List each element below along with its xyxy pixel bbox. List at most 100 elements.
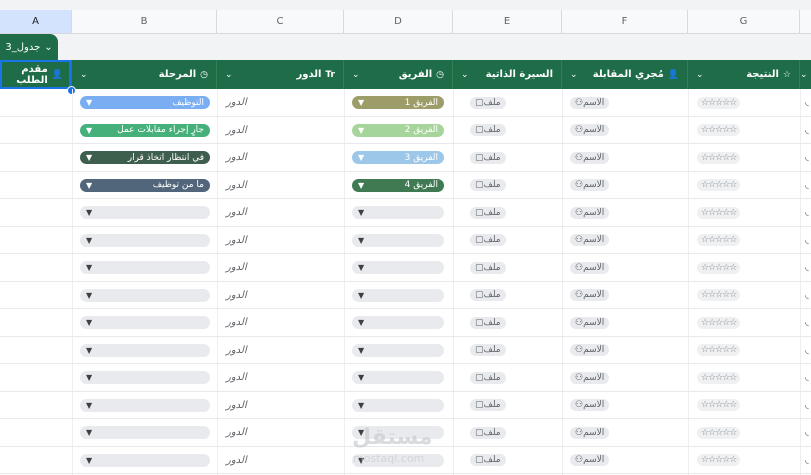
rating-stars[interactable]: ☆☆☆☆☆ xyxy=(697,454,741,467)
interviewer-chip[interactable]: الاسم ⚇ xyxy=(570,206,610,219)
role-cell[interactable]: الدور xyxy=(226,290,247,301)
chevron-down-icon[interactable]: ⌄ xyxy=(225,70,233,80)
dropdown-arrow-icon[interactable]: ▼ xyxy=(86,263,92,272)
column-header-g[interactable]: G xyxy=(688,10,800,34)
resume-chip[interactable]: ملف ▢ xyxy=(470,151,506,164)
rating-stars[interactable]: ☆☆☆☆☆ xyxy=(697,151,741,164)
column-header-b[interactable]: B xyxy=(72,10,217,34)
resume-chip[interactable]: ملف ▢ xyxy=(470,371,506,384)
rating-stars[interactable]: ☆☆☆☆☆ xyxy=(697,179,741,192)
role-cell[interactable]: الدور xyxy=(226,97,247,108)
resume-chip[interactable]: ملف ▢ xyxy=(470,454,506,467)
chevron-down-icon[interactable]: ⌄ xyxy=(44,42,52,53)
team-select[interactable]: الفريق 2 ▼ xyxy=(352,123,444,137)
team-select[interactable]: الفريق 4 ▼ xyxy=(352,178,444,192)
resume-chip[interactable]: ملف ▢ xyxy=(470,344,506,357)
interviewer-chip[interactable]: الاسم ⚇ xyxy=(570,399,610,412)
role-cell[interactable]: الدور xyxy=(226,400,247,411)
rating-stars[interactable]: ☆☆☆☆☆ xyxy=(697,399,741,412)
column-header-c[interactable]: C xyxy=(217,10,344,34)
dropdown-arrow-icon[interactable]: ▼ xyxy=(358,181,364,190)
role-cell[interactable]: الدور xyxy=(226,317,247,328)
role-cell[interactable]: الدور xyxy=(226,152,247,163)
stage-select[interactable]: ▼ xyxy=(80,371,210,385)
interviewer-chip[interactable]: الاسم ⚇ xyxy=(570,344,610,357)
dropdown-arrow-icon[interactable]: ▼ xyxy=(86,456,92,465)
role-cell[interactable]: الدور xyxy=(226,180,247,191)
role-cell[interactable]: الدور xyxy=(226,427,247,438)
dropdown-arrow-icon[interactable]: ▼ xyxy=(86,236,92,245)
resume-chip[interactable]: ملف ▢ xyxy=(470,124,506,137)
column-header-d[interactable]: D xyxy=(344,10,453,34)
rating-stars[interactable]: ☆☆☆☆☆ xyxy=(697,316,741,329)
rating-stars[interactable]: ☆☆☆☆☆ xyxy=(697,96,741,109)
interviewer-chip[interactable]: الاسم ⚇ xyxy=(570,96,610,109)
column-header-a[interactable]: A xyxy=(0,10,72,34)
interviewer-chip[interactable]: الاسم ⚇ xyxy=(570,371,610,384)
team-select[interactable]: ▼ xyxy=(352,261,444,275)
resume-chip[interactable]: ملف ▢ xyxy=(470,179,506,192)
dropdown-arrow-icon[interactable]: ▼ xyxy=(358,263,364,272)
dropdown-arrow-icon[interactable]: ▼ xyxy=(86,126,92,135)
interviewer-chip[interactable]: الاسم ⚇ xyxy=(570,261,610,274)
dropdown-arrow-icon[interactable]: ▼ xyxy=(358,291,364,300)
team-select[interactable]: ▼ xyxy=(352,371,444,385)
team-select[interactable]: ▼ xyxy=(352,206,444,220)
chevron-down-icon[interactable]: ⌄ xyxy=(352,70,360,80)
team-select[interactable]: ▼ xyxy=(352,343,444,357)
dropdown-arrow-icon[interactable]: ▼ xyxy=(358,98,364,107)
team-select[interactable]: ▼ xyxy=(352,316,444,330)
resume-chip[interactable]: ملف ▢ xyxy=(470,289,506,302)
rating-stars[interactable]: ☆☆☆☆☆ xyxy=(697,261,741,274)
stage-select[interactable]: ▼ xyxy=(80,453,210,467)
team-select[interactable]: ▼ xyxy=(352,233,444,247)
chevron-down-icon[interactable]: ⌄ xyxy=(696,70,704,80)
dropdown-arrow-icon[interactable]: ▼ xyxy=(86,181,92,190)
role-cell[interactable]: الدور xyxy=(226,345,247,356)
header-team[interactable]: ⌄ ◷ الفريق xyxy=(344,60,453,89)
dropdown-arrow-icon[interactable]: ▼ xyxy=(358,346,364,355)
dropdown-arrow-icon[interactable]: ▼ xyxy=(358,153,364,162)
role-cell[interactable]: الدور xyxy=(226,262,247,273)
resume-chip[interactable]: ملف ▢ xyxy=(470,96,506,109)
interviewer-chip[interactable]: الاسم ⚇ xyxy=(570,426,610,439)
role-cell[interactable]: الدور xyxy=(226,207,247,218)
stage-select[interactable]: ▼ xyxy=(80,426,210,440)
header-role[interactable]: ⌄ Tr الدور xyxy=(217,60,344,89)
column-header-e[interactable]: E xyxy=(453,10,562,34)
dropdown-arrow-icon[interactable]: ▼ xyxy=(358,236,364,245)
header-interviewer[interactable]: ⌄ 👤 مُجري المقابلة xyxy=(562,60,688,89)
interviewer-chip[interactable]: الاسم ⚇ xyxy=(570,454,610,467)
dropdown-arrow-icon[interactable]: ▼ xyxy=(358,373,364,382)
role-cell[interactable]: الدور xyxy=(226,125,247,136)
stage-select[interactable]: ▼ xyxy=(80,261,210,275)
role-cell[interactable]: الدور xyxy=(226,235,247,246)
header-stage[interactable]: ⌄ ◷ المرحلة xyxy=(72,60,217,89)
interviewer-chip[interactable]: الاسم ⚇ xyxy=(570,179,610,192)
role-cell[interactable]: الدور xyxy=(226,455,247,466)
dropdown-arrow-icon[interactable]: ▼ xyxy=(358,318,364,327)
rating-stars[interactable]: ☆☆☆☆☆ xyxy=(697,124,741,137)
interviewer-chip[interactable]: الاسم ⚇ xyxy=(570,289,610,302)
stage-select[interactable]: ▼ xyxy=(80,398,210,412)
stage-select[interactable]: ▼ xyxy=(80,316,210,330)
dropdown-arrow-icon[interactable]: ▼ xyxy=(86,428,92,437)
stage-select[interactable]: التوظيف ▼ xyxy=(80,96,210,110)
stage-select[interactable]: ▼ xyxy=(80,288,210,302)
resume-chip[interactable]: ملف ▢ xyxy=(470,261,506,274)
team-select[interactable]: ▼ xyxy=(352,288,444,302)
interviewer-chip[interactable]: الاسم ⚇ xyxy=(570,124,610,137)
interviewer-chip[interactable]: الاسم ⚇ xyxy=(570,234,610,247)
rating-stars[interactable]: ☆☆☆☆☆ xyxy=(697,289,741,302)
rating-stars[interactable]: ☆☆☆☆☆ xyxy=(697,234,741,247)
dropdown-arrow-icon[interactable]: ▼ xyxy=(86,153,92,162)
header-resume[interactable]: ⌄ السيرة الذاتية xyxy=(453,60,562,89)
resume-chip[interactable]: ملف ▢ xyxy=(470,426,506,439)
dropdown-arrow-icon[interactable]: ▼ xyxy=(86,346,92,355)
stage-select[interactable]: ▼ xyxy=(80,233,210,247)
stage-select[interactable]: ما من توظيف ▼ xyxy=(80,178,210,192)
chevron-down-icon[interactable]: ⌄ xyxy=(80,70,88,80)
team-select[interactable]: الفريق 3 ▼ xyxy=(352,151,444,165)
rating-stars[interactable]: ☆☆☆☆☆ xyxy=(697,206,741,219)
dropdown-arrow-icon[interactable]: ▼ xyxy=(86,373,92,382)
